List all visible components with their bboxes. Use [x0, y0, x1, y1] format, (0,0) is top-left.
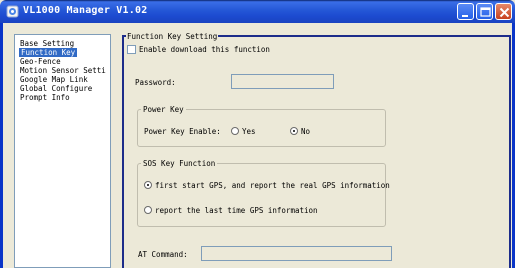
- function-key-panel: [122, 35, 511, 268]
- power-key-no-radio[interactable]: [290, 127, 298, 135]
- nav-item-geo-fence[interactable]: Geo-Fence: [20, 57, 61, 66]
- password-label: Password:: [135, 78, 176, 87]
- nav-item-motion-sensor[interactable]: Motion Sensor Setti: [20, 66, 106, 75]
- close-button[interactable]: [495, 3, 512, 20]
- nav-item-google-map-link[interactable]: Google Map Link: [20, 75, 88, 84]
- maximize-icon: [480, 7, 491, 17]
- enable-download-label: Enable download this function: [139, 45, 270, 54]
- nav-item-function-key[interactable]: Function Key: [19, 48, 78, 57]
- power-key-enable-label: Power Key Enable:: [144, 127, 221, 136]
- nav-item-global-configure[interactable]: Global Configure: [20, 84, 92, 93]
- sos-key-group: [137, 163, 386, 227]
- power-key-legend: Power Key: [141, 105, 186, 114]
- function-key-group-title: Function Key Setting: [126, 32, 219, 41]
- power-key-yes-radio[interactable]: [231, 127, 239, 135]
- sos-option-last-time-radio[interactable]: [144, 206, 152, 214]
- minimize-button[interactable]: [457, 3, 474, 20]
- close-icon: [499, 7, 510, 18]
- nav-item-prompt-info[interactable]: Prompt Info: [20, 93, 70, 102]
- title-bar[interactable]: VL1000 Manager V1.02: [0, 0, 515, 23]
- minimize-icon: [462, 15, 468, 17]
- nav-item-base-setting[interactable]: Base Setting: [20, 39, 74, 48]
- power-key-yes-label: Yes: [242, 127, 256, 136]
- maximize-button[interactable]: [476, 3, 493, 20]
- power-key-no-label: No: [301, 127, 311, 136]
- sos-option-first-start-radio[interactable]: [144, 181, 152, 189]
- app-icon: [6, 5, 19, 18]
- settings-nav-tree: Base Setting Function Key Geo-Fence Moti…: [14, 34, 111, 268]
- enable-download-checkbox[interactable]: [127, 45, 136, 54]
- sos-key-legend: SOS Key Function: [141, 159, 218, 168]
- sos-option-last-time-label: report the last time GPS information: [155, 206, 318, 215]
- at-command-label: AT Command:: [138, 250, 188, 259]
- window-title: VL1000 Manager V1.02: [23, 5, 148, 16]
- sos-option-first-start-label: first start GPS, and report the real GPS…: [155, 181, 390, 190]
- password-field[interactable]: [231, 74, 334, 89]
- at-command-field[interactable]: [201, 246, 392, 261]
